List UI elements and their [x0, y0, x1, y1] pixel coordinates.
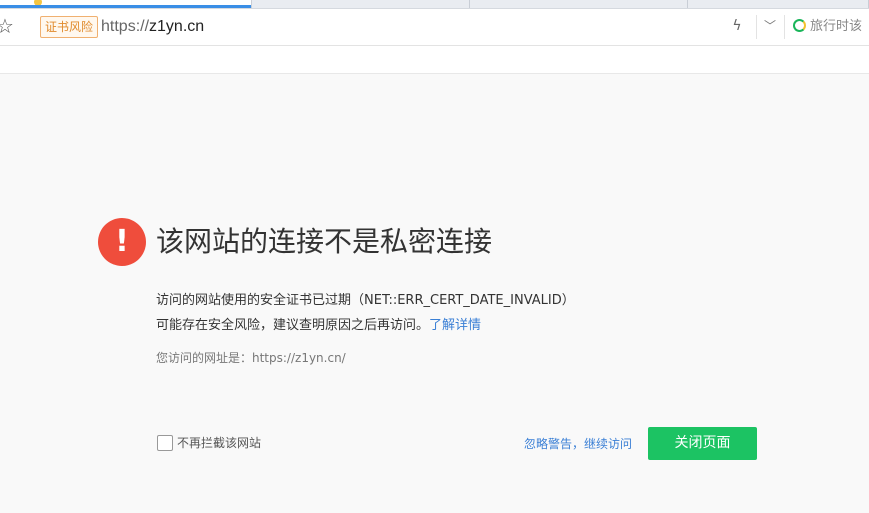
page-title: 该网站的连接不是私密连接: [156, 225, 493, 258]
dont-block-checkbox[interactable]: [157, 435, 173, 451]
learn-more-link[interactable]: 了解详情: [429, 318, 481, 333]
tab-2[interactable]: [252, 0, 470, 8]
divider: [756, 15, 757, 39]
bolt-icon[interactable]: ϟ: [726, 15, 748, 37]
visited-url-text: 您访问的网址是：https://z1yn.cn/: [156, 351, 346, 365]
dont-block-label[interactable]: 不再拦截该网站: [177, 434, 261, 452]
close-page-button[interactable]: 关闭页面: [648, 427, 757, 460]
tab-3[interactable]: [470, 0, 688, 8]
divider: [784, 15, 785, 39]
url-field[interactable]: https://z1yn.cn: [101, 17, 204, 37]
error-description: 访问的网站使用的安全证书已过期（NET::ERR_CERT_DATE_INVAL…: [156, 293, 575, 308]
chevron-down-icon[interactable]: ﹀: [760, 15, 780, 37]
ignore-warning-link[interactable]: 忽略警告，继续访问: [524, 435, 632, 453]
star-icon[interactable]: ☆: [0, 15, 14, 37]
warning-icon: !: [98, 218, 146, 266]
bookmarks-bar: [0, 46, 869, 74]
url-scheme: https://: [101, 18, 150, 35]
error-advice: 可能存在安全风险，建议查明原因之后再访问。了解详情: [156, 316, 481, 336]
tab-active[interactable]: [0, 0, 252, 8]
tab-strip: [0, 0, 869, 9]
address-bar: ☆ 证书风险 https://z1yn.cn ϟ ﹀ 旅行时该: [0, 9, 869, 46]
search-suggestion[interactable]: 旅行时该: [793, 16, 862, 38]
error-advice-text: 可能存在安全风险，建议查明原因之后再访问。: [156, 318, 430, 333]
tab-active-indicator: [0, 5, 251, 8]
tab-4[interactable]: [688, 0, 869, 8]
search-ring-icon: [793, 19, 806, 32]
cert-risk-badge[interactable]: 证书风险: [40, 16, 99, 38]
url-host: z1yn.cn: [149, 18, 205, 35]
search-suggestion-text: 旅行时该: [810, 19, 863, 34]
